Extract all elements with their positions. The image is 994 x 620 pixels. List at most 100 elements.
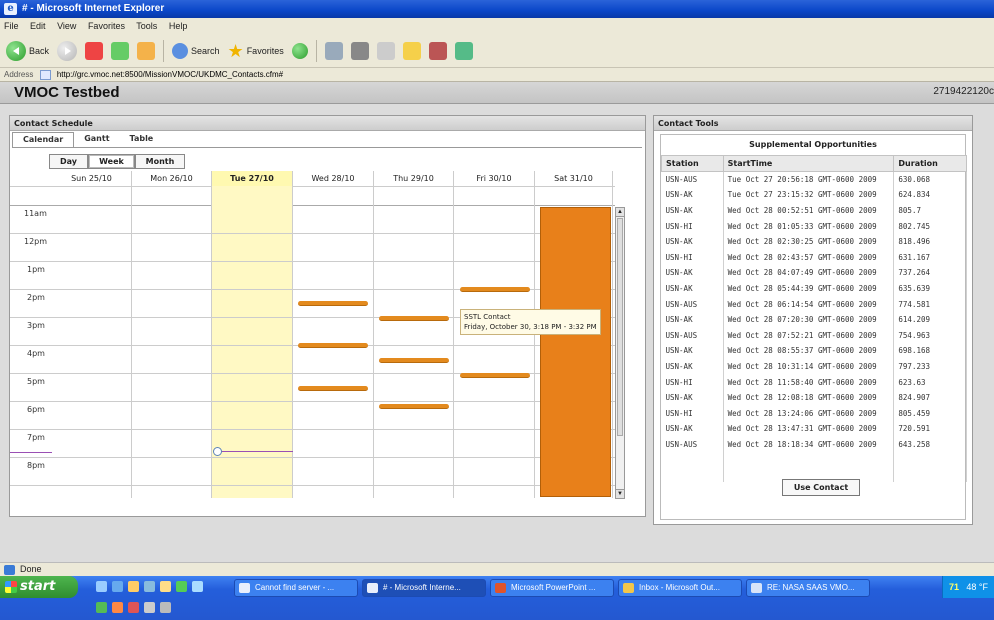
table-row[interactable]: USN-AUS Wed Oct 28 07:52:21 GMT-0600 2009…: [661, 327, 967, 344]
contact-event[interactable]: [460, 287, 530, 292]
back-button[interactable]: Back: [6, 40, 49, 61]
edit-icon[interactable]: [376, 41, 395, 60]
contact-event[interactable]: [379, 358, 449, 363]
quicklaunch-icon[interactable]: [112, 602, 123, 613]
column-header[interactable]: Duration: [893, 155, 967, 172]
contact-event[interactable]: [460, 373, 530, 378]
tab-gantt[interactable]: Gantt: [74, 132, 119, 148]
ie-logo-icon: e: [4, 3, 17, 15]
tab-table[interactable]: Table: [120, 132, 164, 148]
table-row[interactable]: USN-AK Wed Oct 28 12:08:18 GMT-0600 2009 8…: [661, 389, 967, 406]
windows-flag-icon: [5, 581, 17, 593]
starttime-cell: Wed Oct 28 01:05:33 GMT-0600 2009: [723, 218, 895, 234]
table-row[interactable]: USN-AUS Wed Oct 28 18:18:34 GMT-0600 2009…: [661, 436, 967, 453]
refresh-icon[interactable]: [111, 41, 130, 60]
event-tooltip: SSTL Contact Friday, October 30, 3:18 PM…: [460, 309, 601, 335]
address-label: Address: [4, 70, 34, 79]
history-icon[interactable]: [291, 42, 308, 59]
quicklaunch-icon[interactable]: [160, 602, 171, 613]
start-button[interactable]: start: [0, 576, 78, 598]
menu-help[interactable]: Help: [169, 21, 188, 31]
quicklaunch-icon[interactable]: [176, 581, 187, 592]
contact-event[interactable]: [298, 386, 368, 391]
starttime-cell: Wed Oct 28 08:55:37 GMT-0600 2009: [723, 343, 895, 359]
search-button[interactable]: Search: [172, 42, 220, 59]
contact-event[interactable]: [379, 316, 449, 321]
table-row[interactable]: USN-AK Wed Oct 28 13:47:31 GMT-0600 2009 7…: [661, 421, 967, 437]
quicklaunch-icon[interactable]: [128, 581, 139, 592]
table-row[interactable]: USN-AK Wed Oct 28 05:44:39 GMT-0600 2009 6…: [661, 280, 967, 297]
calendar-scrollbar[interactable]: ▲ ▼: [615, 207, 625, 499]
research-icon[interactable]: [428, 41, 447, 60]
quicklaunch-icon[interactable]: [96, 581, 107, 592]
week-view-button[interactable]: Week: [88, 154, 135, 169]
table-row[interactable]: USN-AK Wed Oct 28 04:07:49 GMT-0600 2009 7…: [661, 265, 967, 281]
contact-event[interactable]: [298, 301, 368, 306]
mail-icon[interactable]: [324, 41, 343, 60]
menu-edit[interactable]: Edit: [30, 21, 46, 31]
taskbar-item[interactable]: RE: NASA SAAS VMO...: [746, 579, 870, 597]
folder-icon[interactable]: [402, 41, 421, 60]
hour-label: 2pm: [27, 293, 45, 302]
month-view-button[interactable]: Month: [135, 154, 185, 169]
app-header: VMOC Testbed 2719422120c: [0, 82, 994, 104]
menu-file[interactable]: File: [4, 21, 19, 31]
station-cell: USN-AUS: [661, 171, 724, 188]
table-row[interactable]: USN-AK Wed Oct 28 07:20:30 GMT-0600 2009 6…: [661, 311, 967, 328]
stop-icon[interactable]: [85, 41, 104, 60]
table-row[interactable]: USN-AK Tue Oct 27 23:15:32 GMT-0600 2009 6…: [661, 187, 967, 203]
column-header[interactable]: Station: [661, 155, 724, 172]
duration-cell: 774.581: [893, 296, 967, 312]
quicklaunch-icon[interactable]: [112, 581, 123, 592]
column-header[interactable]: StartTime: [722, 155, 895, 172]
day-view-button[interactable]: Day: [49, 154, 88, 169]
home-icon[interactable]: [137, 41, 156, 60]
weather-widget-icon[interactable]: 71: [949, 581, 959, 593]
table-row[interactable]: USN-HI Wed Oct 28 01:05:33 GMT-0600 2009 8…: [661, 218, 967, 234]
table-row[interactable]: USN-HI Wed Oct 28 13:24:06 GMT-0600 2009 8…: [661, 405, 967, 421]
taskbar-item[interactable]: Microsoft PowerPoint ...: [490, 579, 614, 597]
current-time-marker-icon: [213, 447, 222, 456]
table-row[interactable]: USN-AK Wed Oct 28 10:31:14 GMT-0600 2009 7…: [661, 358, 967, 375]
duration-cell: 737.264: [893, 265, 967, 281]
station-cell: USN-AUS: [661, 436, 724, 453]
table-row[interactable]: USN-AK Wed Oct 28 00:52:51 GMT-0600 2009 8…: [661, 202, 967, 219]
duration-cell: 631.167: [893, 249, 967, 266]
contact-event[interactable]: [298, 343, 368, 348]
menu-favorites[interactable]: Favorites: [88, 21, 125, 31]
use-contact-button[interactable]: Use Contact: [782, 479, 860, 496]
print-icon[interactable]: [350, 41, 369, 60]
forward-button[interactable]: [57, 40, 78, 61]
quicklaunch-icon[interactable]: [96, 602, 107, 613]
quicklaunch-icon[interactable]: [128, 602, 139, 613]
taskbar-item[interactable]: Cannot find server - ...: [234, 579, 358, 597]
menu-view[interactable]: View: [57, 21, 76, 31]
hour-line: [10, 429, 615, 430]
quicklaunch-icon[interactable]: [192, 581, 203, 592]
duration-cell: 623.63: [893, 374, 967, 390]
taskbar-item[interactable]: Inbox - Microsoft Out...: [618, 579, 742, 597]
table-row[interactable]: USN-HI Wed Oct 28 11:58:40 GMT-0600 2009 6…: [661, 374, 967, 390]
table-row[interactable]: USN-AUS Tue Oct 27 20:56:18 GMT-0600 2009…: [661, 171, 967, 188]
quicklaunch-icon[interactable]: [160, 581, 171, 592]
menu-tools[interactable]: Tools: [136, 21, 157, 31]
messenger-icon[interactable]: [454, 41, 473, 60]
table-row[interactable]: USN-HI Wed Oct 28 02:43:57 GMT-0600 2009 6…: [661, 249, 967, 266]
quicklaunch-icon[interactable]: [144, 602, 155, 613]
tab-calendar[interactable]: Calendar: [12, 132, 75, 148]
scroll-thumb[interactable]: [617, 218, 623, 436]
table-row[interactable]: USN-AK Wed Oct 28 08:55:37 GMT-0600 2009 6…: [661, 343, 967, 359]
table-row[interactable]: USN-AK Wed Oct 28 02:30:25 GMT-0600 2009 8…: [661, 233, 967, 250]
contact-event-long[interactable]: [540, 207, 611, 497]
taskbar-item-active[interactable]: # - Microsoft Interne...: [362, 579, 486, 597]
tooltip-title: SSTL Contact: [464, 313, 511, 321]
table-row[interactable]: USN-AUS Wed Oct 28 06:14:54 GMT-0600 2009…: [661, 296, 967, 312]
scroll-up-icon[interactable]: ▲: [616, 208, 624, 217]
favorites-button[interactable]: ★ Favorites: [228, 42, 284, 60]
tabs-underline: [12, 147, 642, 148]
address-input[interactable]: http://grc.vmoc.net:8500/MissionVMOC/UKD…: [57, 70, 283, 79]
scroll-down-icon[interactable]: ▼: [616, 489, 624, 498]
address-bar: Address http://grc.vmoc.net:8500/Mission…: [0, 68, 994, 82]
contact-event[interactable]: [379, 404, 449, 409]
quicklaunch-icon[interactable]: [144, 581, 155, 592]
